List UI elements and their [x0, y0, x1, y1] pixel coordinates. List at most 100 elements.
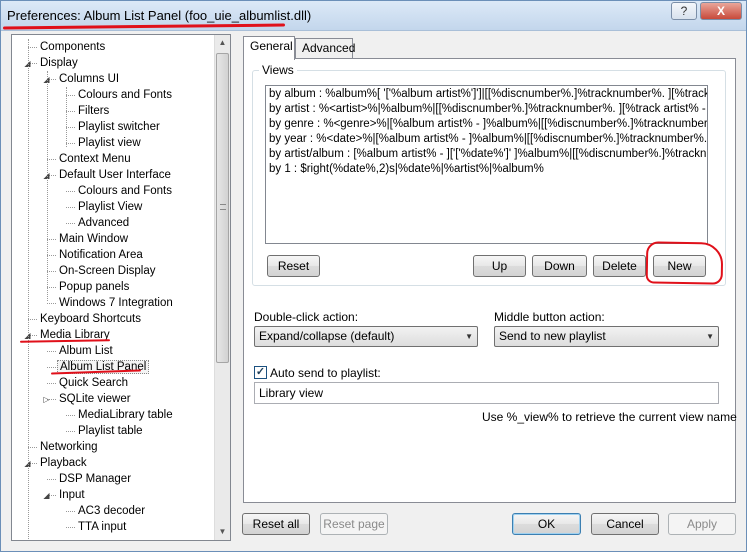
tree-item[interactable]: Main Window: [57, 231, 130, 247]
tree-item[interactable]: Notification Area: [57, 247, 145, 263]
reset-button[interactable]: Reset: [267, 255, 320, 277]
tree-connector: [28, 47, 37, 48]
tree-connector: [47, 239, 56, 240]
tree-item-label: Display: [40, 57, 78, 69]
tree-connector: [47, 303, 56, 304]
tree-item[interactable]: Colours and Fonts: [76, 183, 174, 199]
tree-item[interactable]: Keyboard Shortcuts: [38, 311, 143, 327]
tree-connector: [47, 479, 56, 480]
tree-item-label: Advanced: [78, 217, 130, 229]
tree-item[interactable]: Advanced: [76, 215, 131, 231]
view-row[interactable]: by artist/album : [%album artist% - ]['[…: [266, 147, 707, 162]
tree-connector: [66, 111, 75, 112]
auto-send-checkbox[interactable]: ✓: [254, 366, 267, 379]
views-list[interactable]: by album : %album%[ '['%album artist%']'…: [265, 85, 708, 244]
reset-page-button[interactable]: Reset page: [320, 513, 388, 535]
auto-send-playlist-field[interactable]: Library view: [254, 382, 719, 404]
tree-item[interactable]: SQLite viewer: [57, 391, 133, 407]
cancel-button[interactable]: Cancel: [591, 513, 659, 535]
apply-button[interactable]: Apply: [668, 513, 736, 535]
tree-item[interactable]: Playlist switcher: [76, 119, 162, 135]
tree-item[interactable]: Colours and Fonts: [76, 87, 174, 103]
close-button[interactable]: X: [700, 2, 742, 20]
ok-button[interactable]: OK: [512, 513, 581, 535]
view-row[interactable]: by artist : %<artist>%|%album%|[[%discnu…: [266, 102, 707, 117]
double-click-label: Double-click action:: [254, 310, 359, 324]
scrollbar-thumb[interactable]: [216, 53, 229, 363]
title-bar[interactable]: Preferences: Album List Panel (foo_uie_a…: [1, 1, 746, 31]
tree-item[interactable]: Default User Interface: [57, 167, 173, 183]
tree-item[interactable]: DSP Manager: [57, 471, 133, 487]
tree-item[interactable]: MediaLibrary table: [76, 407, 175, 423]
tree-item[interactable]: Components: [38, 39, 107, 55]
tree-item[interactable]: Columns UI: [57, 71, 121, 87]
tree-item[interactable]: TTA input: [76, 519, 128, 535]
view-row[interactable]: by year : %<date>%|[%album artist% - ]%a…: [266, 132, 707, 147]
tree-connector: [47, 255, 56, 256]
tree-item-label: Colours and Fonts: [78, 185, 172, 197]
tree-item[interactable]: Display: [38, 55, 80, 71]
tab-general[interactable]: General: [243, 36, 295, 60]
middle-button-select[interactable]: Send to new playlist ▼: [494, 326, 719, 347]
tree-item[interactable]: Input: [57, 487, 87, 503]
expand-open-icon[interactable]: ◢: [42, 491, 51, 500]
tree-item[interactable]: Quick Search: [57, 375, 130, 391]
auto-send-label: Auto send to playlist:: [270, 366, 381, 380]
tree-item-label: Playlist View: [78, 201, 143, 213]
new-button-annotation: [645, 241, 724, 285]
tree-item[interactable]: Networking: [38, 439, 100, 455]
tree-item-label: Default User Interface: [59, 169, 171, 181]
scroll-down-icon[interactable]: ▼: [215, 524, 230, 540]
tree-item[interactable]: Popup panels: [57, 279, 131, 295]
tree-item-label: Album List: [59, 345, 113, 357]
tree-connector: [66, 511, 75, 512]
tree-item[interactable]: Windows 7 Integration: [57, 295, 175, 311]
middle-button-label: Middle button action:: [494, 310, 605, 324]
tree-connector: [47, 351, 56, 352]
chevron-down-icon: ▼: [465, 332, 473, 341]
tree-item[interactable]: Playlist table: [76, 423, 145, 439]
tree-item[interactable]: Context Menu: [57, 151, 133, 167]
tree-item-label: Playlist switcher: [78, 121, 160, 133]
double-click-select[interactable]: Expand/collapse (default) ▼: [254, 326, 478, 347]
tree-scrollbar[interactable]: ▲ ▼: [214, 35, 230, 540]
preferences-window: Preferences: Album List Panel (foo_uie_a…: [0, 0, 747, 552]
grip-icon: [220, 204, 226, 210]
help-button[interactable]: ?: [671, 2, 697, 20]
tree-item-label: Notification Area: [59, 249, 143, 261]
delete-button[interactable]: Delete: [593, 255, 646, 277]
tree-connector: [66, 143, 75, 144]
expand-collapsed-icon[interactable]: ▷: [42, 395, 51, 404]
up-button[interactable]: Up: [473, 255, 526, 277]
preferences-tree[interactable]: Components Display ◢ Columns UI ◢ Colours and…: [11, 34, 231, 541]
view-row[interactable]: by album : %album%[ '['%album artist%']'…: [266, 87, 707, 102]
tree-connector: [66, 415, 75, 416]
tree-item-label: Windows 7 Integration: [59, 297, 173, 309]
tree-connector: [28, 39, 29, 539]
tree-item[interactable]: Playlist View: [76, 199, 144, 215]
tree-item[interactable]: Album List: [57, 343, 115, 359]
tree-item[interactable]: Playlist view: [76, 135, 143, 151]
tree-item-label: Networking: [40, 441, 98, 453]
view-row[interactable]: by 1 : $right(%date%,2)s|%date%|%artist%…: [266, 162, 707, 177]
down-button[interactable]: Down: [532, 255, 587, 277]
tree-item-label: Columns UI: [59, 73, 120, 85]
tree-item-label: DSP Manager: [59, 473, 132, 485]
tree-item[interactable]: Playback: [38, 455, 89, 471]
view-row[interactable]: by genre : %<genre>%|[%album artist% - ]…: [266, 117, 707, 132]
tree-item[interactable]: Filters: [76, 103, 111, 119]
reset-all-button[interactable]: Reset all: [242, 513, 310, 535]
scroll-up-icon[interactable]: ▲: [215, 35, 230, 51]
check-icon: ✓: [255, 366, 266, 378]
tree-item[interactable]: On-Screen Display: [57, 263, 158, 279]
tree-item-label: Keyboard Shortcuts: [40, 313, 142, 325]
tree-connector: [47, 367, 56, 368]
tab-advanced[interactable]: Advanced: [295, 38, 355, 59]
tree-item-label: On-Screen Display: [59, 265, 156, 277]
tree-item-label: Context Menu: [59, 153, 131, 165]
tree-connector: [47, 383, 56, 384]
middle-button-value: Send to new playlist: [499, 329, 606, 343]
tree-item[interactable]: AC3 decoder: [76, 503, 147, 519]
tree-item-label: Playback: [40, 457, 87, 469]
tree-connector: [47, 287, 56, 288]
